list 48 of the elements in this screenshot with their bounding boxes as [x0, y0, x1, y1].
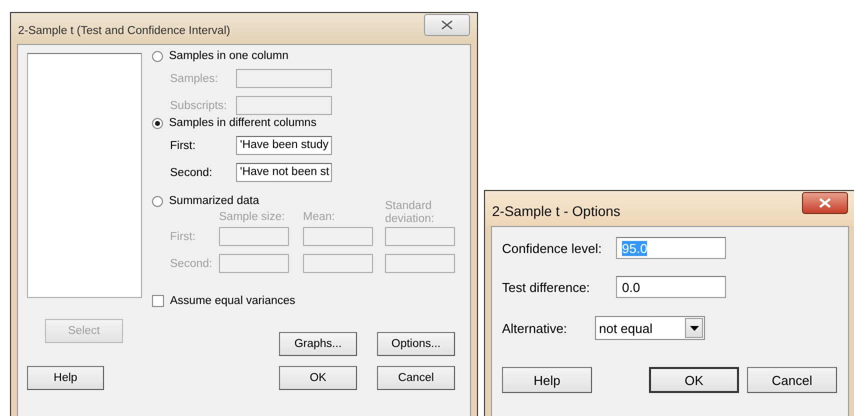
input-field[interactable] — [385, 227, 455, 246]
dialog-button[interactable]: Graphs... — [279, 332, 357, 356]
option-label: Samples in different columns — [169, 117, 316, 129]
dropdown[interactable]: not equal — [595, 316, 705, 340]
radio-button[interactable] — [152, 50, 163, 62]
field-label: First: — [170, 230, 197, 242]
input-field[interactable]: 'Have been study — [236, 136, 332, 155]
close-icon — [819, 198, 831, 208]
input-field[interactable] — [385, 254, 455, 273]
checkbox-label: Assume equal variances — [170, 295, 296, 307]
input-field[interactable] — [236, 96, 332, 115]
column-header: Standard deviation: — [385, 200, 436, 226]
window-title: 2-Sample t - Options — [492, 202, 620, 218]
field-label: Alternative: — [502, 320, 568, 336]
dropdown-arrow-icon — [690, 326, 698, 330]
input-field[interactable] — [219, 227, 289, 246]
input-field[interactable]: 'Have not been st — [236, 163, 332, 182]
radio-button[interactable] — [152, 118, 163, 128]
field-label: Second: — [170, 166, 214, 178]
radio-button[interactable] — [152, 196, 163, 206]
field-label: Second: — [170, 258, 214, 270]
dialog-button[interactable]: Cancel — [377, 366, 455, 390]
window-title: 2-Sample t (Test and Confidence Interval) — [18, 24, 230, 36]
input-field[interactable] — [303, 227, 373, 246]
field-label: Test difference: — [502, 280, 591, 294]
close-button[interactable] — [802, 192, 848, 214]
column-header: Mean: — [303, 211, 336, 224]
input-field[interactable]: 0.0 — [616, 276, 726, 298]
input-field[interactable] — [303, 254, 373, 273]
dialog-button[interactable]: OK — [649, 367, 739, 393]
close-button[interactable] — [424, 14, 470, 36]
input-field[interactable] — [219, 254, 289, 273]
checkbox[interactable] — [152, 295, 164, 307]
field-label: First: — [170, 140, 197, 152]
dialog-button[interactable]: OK — [279, 366, 357, 390]
dialog-button[interactable]: Help — [502, 367, 592, 393]
option-label: Summarized data — [169, 195, 260, 207]
field-label: Subscripts: — [170, 100, 228, 112]
variable-list[interactable] — [27, 53, 142, 298]
field-label: Confidence level: — [502, 240, 603, 256]
field-label: Samples: — [170, 72, 219, 84]
dialog-button[interactable]: Help — [27, 366, 104, 390]
column-header: Sample size: — [219, 211, 286, 224]
close-icon — [441, 20, 453, 30]
dialog-button[interactable]: Options... — [377, 332, 455, 356]
input-field[interactable] — [236, 69, 332, 88]
dialog-button[interactable]: Cancel — [747, 367, 837, 393]
option-label: Samples in one column — [169, 50, 289, 62]
